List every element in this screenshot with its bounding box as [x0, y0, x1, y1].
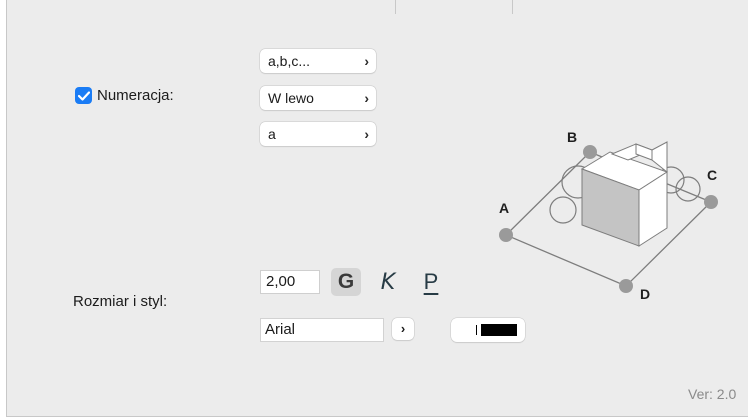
chevron-right-icon: › — [364, 53, 369, 69]
color-bar-icon — [476, 325, 477, 335]
chevron-right-icon: › — [364, 126, 369, 142]
numbering-checkbox[interactable] — [75, 87, 92, 104]
tab-divider-left — [393, 0, 396, 14]
corner-label-d: D — [640, 286, 651, 302]
corner-label-b: B — [567, 129, 578, 145]
numbering-start-popup[interactable]: a › — [260, 122, 376, 146]
bold-button[interactable]: G — [331, 268, 361, 296]
chevron-right-icon: › — [364, 90, 369, 106]
numbering-diagram: A B C D — [490, 122, 730, 302]
color-swatch — [481, 324, 517, 336]
underline-button[interactable]: P — [416, 268, 446, 296]
corner-label-c: C — [707, 167, 718, 183]
checkmark-icon — [77, 90, 90, 101]
numbering-direction-popup[interactable]: W lewo › — [260, 86, 376, 110]
text-color-button[interactable] — [451, 318, 525, 342]
font-popup-button[interactable]: › — [392, 318, 414, 340]
tab-divider-right — [512, 0, 515, 14]
font-name-field[interactable]: Arial — [260, 318, 384, 342]
italic-button[interactable]: K — [373, 268, 403, 296]
popup-value: W lewo — [268, 90, 314, 106]
size-style-label: Rozmiar i styl: — [73, 293, 168, 310]
popup-value: a,b,c... — [268, 53, 311, 69]
numbering-label: Numeracja: — [97, 87, 174, 104]
numbering-format-popup[interactable]: a,b,c... › — [260, 49, 376, 73]
text-size-field[interactable]: 2,00 — [260, 270, 320, 294]
building-preview-illustration — [499, 141, 718, 293]
corner-label-a: A — [499, 200, 510, 216]
popup-value: a — [268, 126, 276, 142]
version-label: Ver: 2.0 — [688, 386, 737, 402]
chevron-right-icon: › — [400, 321, 406, 336]
